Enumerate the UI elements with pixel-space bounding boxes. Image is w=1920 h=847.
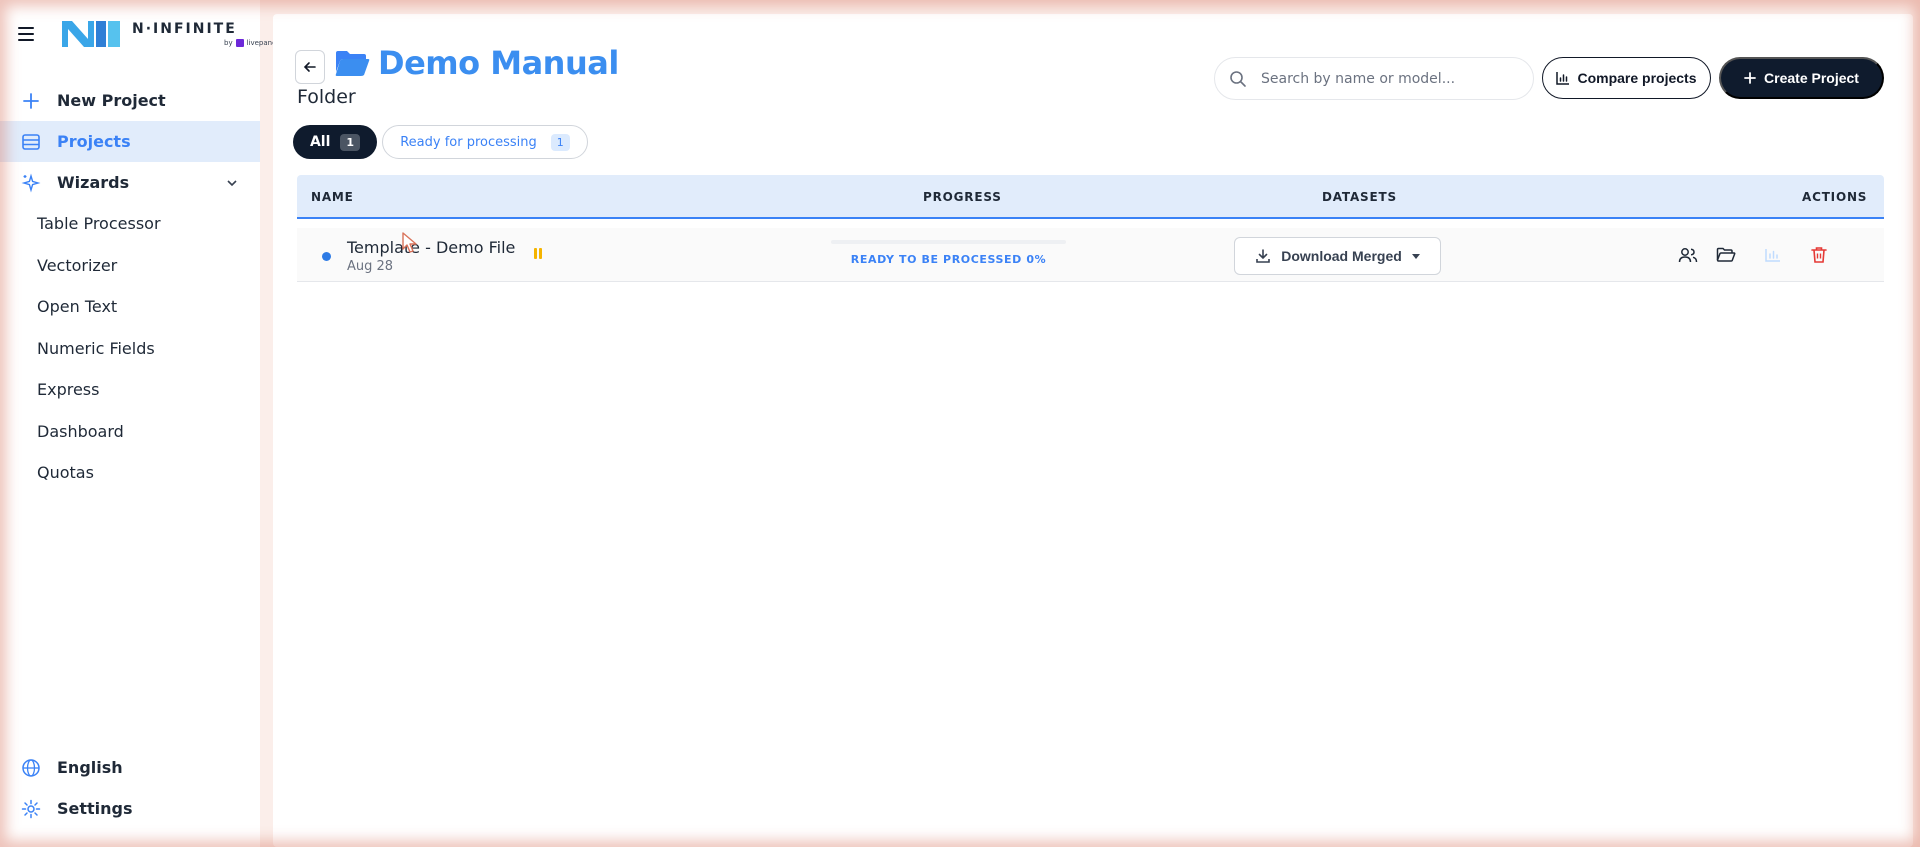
chart-icon <box>1761 243 1785 267</box>
sidebar-item-label: Settings <box>57 799 133 818</box>
brand-by-label: by <box>224 39 233 47</box>
sidebar-item-vectorizer[interactable]: Vectorizer <box>0 245 260 287</box>
status-dot <box>322 252 331 261</box>
list-icon <box>20 131 42 153</box>
mouse-cursor-icon <box>402 232 417 253</box>
globe-icon <box>20 757 42 779</box>
column-header-name[interactable]: NAME <box>311 190 354 204</box>
column-header-actions: ACTIONS <box>1802 190 1868 204</box>
n-infinite-logo-icon <box>62 21 120 47</box>
folder-open-icon <box>335 51 370 76</box>
folder-open-icon[interactable] <box>1714 243 1738 267</box>
filter-chip-all[interactable]: All 1 <box>293 125 377 159</box>
plus-icon <box>1744 72 1756 84</box>
main-panel: Demo Manual Folder Compare projects Crea… <box>273 14 1913 847</box>
logo[interactable]: N·INFINITE by livepanel <box>60 17 278 51</box>
table-row[interactable]: Template - Demo File Aug 28 READY TO BE … <box>297 228 1884 282</box>
download-icon <box>1256 249 1271 263</box>
create-project-button[interactable]: Create Project <box>1719 57 1884 99</box>
project-name[interactable]: Template - Demo File <box>347 238 515 257</box>
sidebar-item-projects[interactable]: Projects <box>0 121 260 162</box>
column-header-datasets: DATASETS <box>1322 190 1397 204</box>
filter-chip-ready-for-processing[interactable]: Ready for processing 1 <box>382 125 588 159</box>
search-icon <box>1230 70 1246 87</box>
sidebar-item-label: English <box>57 758 123 777</box>
project-date: Aug 28 <box>347 259 394 274</box>
trash-icon[interactable] <box>1807 243 1831 267</box>
sidebar: N·INFINITE by livepanel New Project Proj… <box>0 0 278 847</box>
brand-by: by livepanel <box>224 39 278 47</box>
gear-icon <box>20 798 42 820</box>
arrow-left-icon <box>303 62 316 72</box>
sidebar-item-dashboard[interactable]: Dashboard <box>0 411 260 453</box>
sidebar-item-table-processor[interactable]: Table Processor <box>0 203 260 245</box>
create-project-label: Create Project <box>1764 70 1859 86</box>
sidebar-item-express[interactable]: Express <box>0 369 260 411</box>
sparkles-icon <box>20 172 42 194</box>
filter-chip-count: 1 <box>550 133 570 151</box>
progress-label: READY TO BE PROCESSED 0% <box>850 253 1047 266</box>
compare-projects-button[interactable]: Compare projects <box>1542 57 1711 99</box>
search-box[interactable] <box>1214 57 1534 100</box>
filter-chip-label: Ready for processing <box>400 134 537 150</box>
chevron-down-icon[interactable] <box>226 176 238 190</box>
sidebar-item-settings[interactable]: Settings <box>0 788 260 829</box>
brand-name: N·INFINITE <box>132 21 237 37</box>
page-title: Demo Manual <box>378 44 619 82</box>
sidebar-item-quotas[interactable]: Quotas <box>0 452 260 494</box>
caret-down-icon <box>1411 253 1420 259</box>
column-header-progress: PROGRESS <box>923 190 1002 204</box>
page-subtitle: Folder <box>297 86 356 108</box>
sidebar-item-new-project[interactable]: New Project <box>0 80 260 121</box>
sidebar-item-open-text[interactable]: Open Text <box>0 286 260 328</box>
filter-chip-label: All <box>309 134 331 150</box>
progress-bar <box>831 240 1066 244</box>
sidebar-item-wizards[interactable]: Wizards <box>0 162 260 203</box>
back-button[interactable] <box>295 50 325 84</box>
download-merged-dropdown[interactable]: Download Merged <box>1234 237 1441 275</box>
table-header: NAME PROGRESS DATASETS ACTIONS <box>297 175 1884 219</box>
sidebar-nav: New Project Projects Wizards Table Proce… <box>0 80 260 494</box>
search-input[interactable] <box>1261 70 1501 87</box>
hamburger-menu-icon[interactable] <box>18 21 44 47</box>
livepanel-mark-icon <box>235 39 244 47</box>
title-wrap: Demo Manual <box>334 44 619 82</box>
sidebar-item-english[interactable]: English <box>0 747 260 788</box>
bar-chart-icon <box>1556 72 1570 85</box>
sidebar-item-numeric-fields[interactable]: Numeric Fields <box>0 328 260 370</box>
sidebar-bottom: English Settings <box>0 747 260 829</box>
brand: N·INFINITE by livepanel <box>18 14 278 54</box>
filter-chip-count: 1 <box>340 133 361 151</box>
plus-icon <box>20 90 42 112</box>
users-icon[interactable] <box>1676 243 1700 267</box>
compare-projects-label: Compare projects <box>1577 70 1697 86</box>
sidebar-item-label: New Project <box>57 91 166 110</box>
pause-icon <box>534 248 543 259</box>
sidebar-item-label: Wizards <box>57 173 130 192</box>
download-merged-label: Download Merged <box>1281 248 1402 264</box>
sidebar-item-label: Projects <box>57 132 131 151</box>
